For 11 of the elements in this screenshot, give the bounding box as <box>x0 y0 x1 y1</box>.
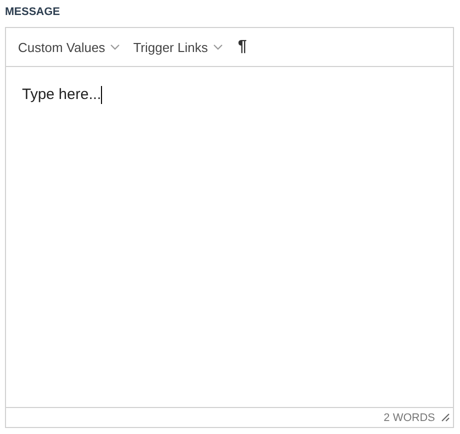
dropdown-button[interactable]: Trigger Links <box>133 40 223 54</box>
dropdown-button[interactable]: Custom Values <box>18 40 120 54</box>
paragraph-button[interactable]: ¶ <box>236 38 249 56</box>
caret-icon <box>110 44 120 50</box>
word-count: 2 WORDS <box>384 412 435 424</box>
text-editor[interactable]: Type here... <box>6 67 453 407</box>
caret-icon <box>212 44 223 50</box>
text-cursor <box>101 86 102 104</box>
field-label: MESSAGE <box>5 5 62 20</box>
resize-handle-icon[interactable] <box>441 413 450 422</box>
editor-text: Type here... <box>22 86 102 104</box>
